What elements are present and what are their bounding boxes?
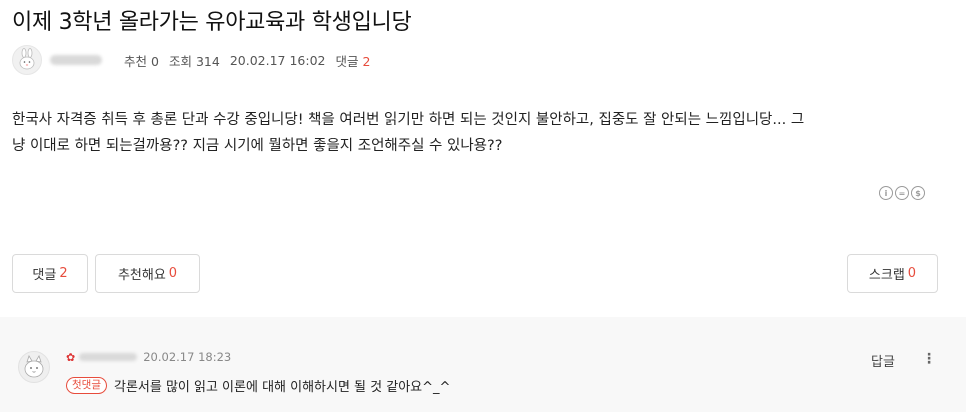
scrap-button[interactable]: 스크랩 0 bbox=[847, 254, 938, 293]
recommend-button-count: 0 bbox=[168, 266, 178, 281]
recommend-label: 추천 bbox=[124, 53, 148, 69]
recommend-count: 0 bbox=[151, 53, 159, 69]
post-body-line: 냥 이대로 하면 되는걸까용?? 지금 시기에 뭘하면 좋을지 조언해주실 수 … bbox=[12, 138, 503, 154]
comments-button[interactable]: 댓글 2 bbox=[12, 254, 88, 293]
recommend-button[interactable]: 추천해요 0 bbox=[95, 254, 200, 293]
comment-header: ✿ 20.02.17 18:23 bbox=[66, 349, 231, 365]
post-body-line: 한국사 자격증 취득 후 총론 단과 수강 중입니당! 책을 여러번 읽기만 하… bbox=[12, 112, 805, 128]
creative-commons-nc-icon: $ bbox=[911, 186, 925, 200]
scrap-button-label: 스크랩 bbox=[868, 268, 905, 283]
reply-button[interactable]: 답글 bbox=[871, 351, 895, 370]
post-body: 한국사 자격증 취득 후 총론 단과 수강 중입니당! 책을 여러번 읽기만 하… bbox=[12, 107, 947, 159]
comments-count: 2 bbox=[362, 53, 371, 69]
creative-commons-by-icon: i bbox=[879, 186, 893, 200]
post-datetime: 20.02.17 16:02 bbox=[229, 52, 326, 68]
rabbit-avatar-icon bbox=[19, 48, 35, 70]
comments-stat[interactable]: 댓글 2 bbox=[335, 51, 370, 70]
license-icons[interactable]: i = $ bbox=[879, 186, 925, 200]
crab-badge-icon: ✿ bbox=[66, 350, 76, 364]
comments-button-label: 댓글 bbox=[32, 268, 57, 283]
commenter-name-blurred[interactable] bbox=[79, 353, 138, 361]
comment-text: 각론서를 많이 읽고 이론에 대해 이해하시면 될 것 같아요^_^ bbox=[113, 380, 451, 395]
scrap-button-count: 0 bbox=[907, 266, 917, 281]
author-name-blurred[interactable] bbox=[50, 55, 102, 65]
kebab-menu-icon[interactable]: ⋮ bbox=[922, 351, 936, 367]
views-label: 조회 bbox=[168, 53, 192, 69]
comment-body: 첫댓글 각론서를 많이 읽고 이론에 대해 이해하시면 될 것 같아요^_^ bbox=[66, 376, 450, 395]
post-meta: 추천 0 조회 314 20.02.17 16:02 댓글 2 bbox=[12, 44, 380, 76]
commenter-avatar[interactable] bbox=[18, 351, 50, 383]
comments-label: 댓글 bbox=[335, 53, 359, 69]
comments-button-count: 2 bbox=[59, 266, 68, 281]
creative-commons-nd-icon: = bbox=[895, 186, 909, 200]
author-avatar[interactable] bbox=[12, 45, 42, 75]
comment-datetime: 20.02.17 18:23 bbox=[143, 350, 232, 364]
views-count: 314 bbox=[195, 53, 220, 69]
recommend-button-label: 추천해요 bbox=[117, 268, 166, 283]
comments-section: ✿ 20.02.17 18:23 첫댓글 각론서를 많이 읽고 이론에 대해 이… bbox=[0, 317, 966, 412]
views-stat: 조회 314 bbox=[169, 51, 220, 70]
first-comment-badge: 첫댓글 bbox=[66, 377, 107, 394]
post-title: 이제 3학년 올라가는 유아교육과 학생입니당 bbox=[12, 10, 412, 35]
cat-avatar-icon bbox=[24, 355, 44, 378]
recommend-stat: 추천 0 bbox=[124, 51, 159, 70]
